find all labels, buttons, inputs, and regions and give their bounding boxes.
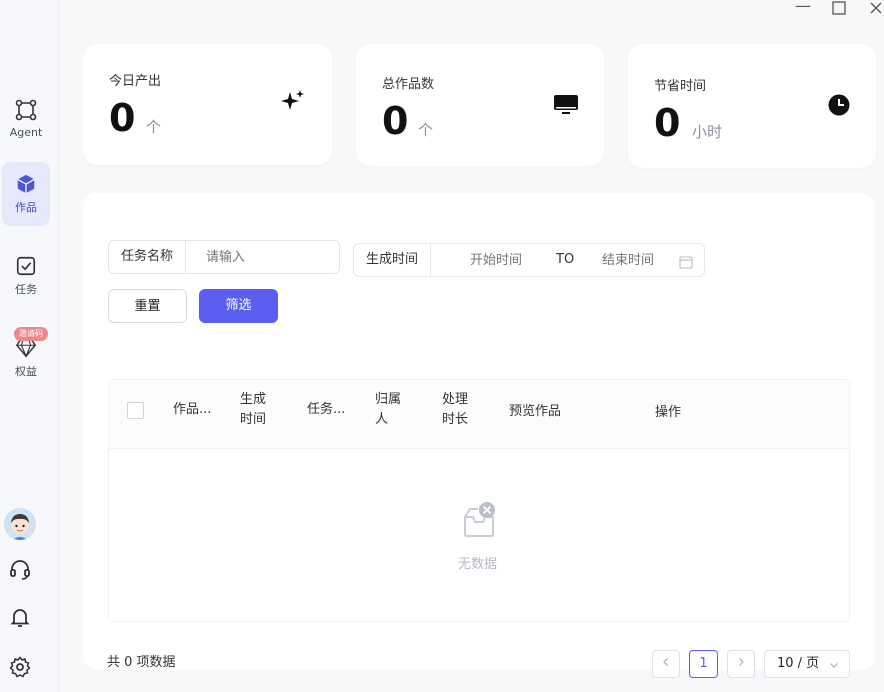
stat-label: 总作品数 [382, 77, 435, 92]
stat-unit: 个 [418, 121, 434, 139]
sidebar-item-label: 作品 [15, 201, 37, 214]
calendar-icon[interactable] [679, 254, 693, 273]
stat-card-saved-time: 节省时间 0 小时 [628, 44, 876, 168]
minimize-icon[interactable]: — [795, 0, 811, 15]
monitor-icon [553, 92, 579, 118]
headset-icon[interactable] [8, 557, 32, 581]
end-time-input[interactable] [600, 244, 684, 278]
task-name-filter: 任务名称 [108, 240, 340, 275]
sidebar: Agent 作品 任务 权益 [0, 0, 59, 692]
column-header-owner[interactable]: 归属 人 [375, 390, 401, 430]
empty-text: 无数据 [458, 557, 498, 572]
column-header-work[interactable]: 作品... [173, 400, 211, 420]
task-name-label: 任务名称 [109, 241, 187, 273]
created-time-label: 生成时间 [354, 244, 432, 276]
stat-label: 节省时间 [654, 79, 707, 94]
page-button-current[interactable]: 1 [689, 650, 718, 678]
reset-button[interactable]: 重置 [108, 289, 187, 323]
sidebar-item-label: 权益 [15, 365, 37, 378]
checkbox-icon [16, 256, 36, 276]
sidebar-item-tasks[interactable]: 任务 [2, 244, 50, 308]
to-separator: TO [556, 252, 575, 267]
empty-inbox-icon [462, 501, 498, 543]
sparkle-icon [280, 88, 306, 114]
page-size-value: 10 / 页 [777, 656, 820, 671]
chevron-right-icon [739, 658, 744, 666]
task-name-input[interactable] [204, 241, 338, 275]
sidebar-item-label: 任务 [15, 283, 37, 296]
column-header-preview[interactable]: 预览作品 [509, 402, 561, 422]
filter-button[interactable]: 筛选 [199, 289, 278, 323]
stat-unit: 个 [146, 118, 162, 136]
sidebar-item-works[interactable]: 作品 [2, 162, 50, 226]
agent-icon [15, 99, 37, 120]
gear-icon[interactable] [8, 655, 32, 679]
column-header-actions: 操作 [655, 405, 682, 420]
clock-icon [827, 93, 853, 119]
column-header-duration[interactable]: 处理 时长 [442, 390, 468, 430]
table-header: 作品... 生成 时间 任务... 归属 人 处理 时长 预览作品 操作 [109, 380, 849, 449]
created-time-filter: 生成时间 TO [353, 243, 705, 278]
stat-unit: 小时 [692, 123, 723, 141]
cube-icon [17, 174, 35, 194]
prev-page-button[interactable] [652, 650, 680, 678]
stat-value: 0 [382, 99, 409, 143]
sidebar-item-label: Agent [9, 125, 43, 139]
column-header-task[interactable]: 任务... [307, 400, 345, 420]
stat-card-today-output: 今日产出 0 个 [83, 44, 332, 165]
stat-label: 今日产出 [109, 74, 162, 89]
page-size-select[interactable]: 10 / 页 [764, 650, 850, 678]
maximize-icon[interactable] [832, 0, 846, 19]
column-header-created-time[interactable]: 生成 时间 [240, 390, 266, 430]
start-time-input[interactable] [468, 244, 552, 278]
stat-card-total-works: 总作品数 0 个 [356, 44, 604, 166]
works-table: 作品... 生成 时间 任务... 归属 人 处理 时长 预览作品 操作 无数据 [108, 379, 850, 622]
stat-value: 0 [654, 101, 681, 145]
sidebar-item-agent[interactable]: Agent [2, 86, 50, 150]
stat-value: 0 [109, 96, 136, 140]
total-count: 共 0 项数据 [107, 655, 176, 670]
avatar[interactable] [4, 508, 36, 540]
select-all-checkbox[interactable] [127, 402, 144, 419]
bell-icon[interactable] [8, 605, 32, 629]
invite-code-badge[interactable]: 邀请码 [14, 327, 48, 341]
close-icon[interactable] [869, 0, 883, 19]
next-page-button[interactable] [727, 650, 755, 678]
chevron-left-icon [663, 658, 668, 666]
chevron-down-icon [830, 663, 838, 668]
